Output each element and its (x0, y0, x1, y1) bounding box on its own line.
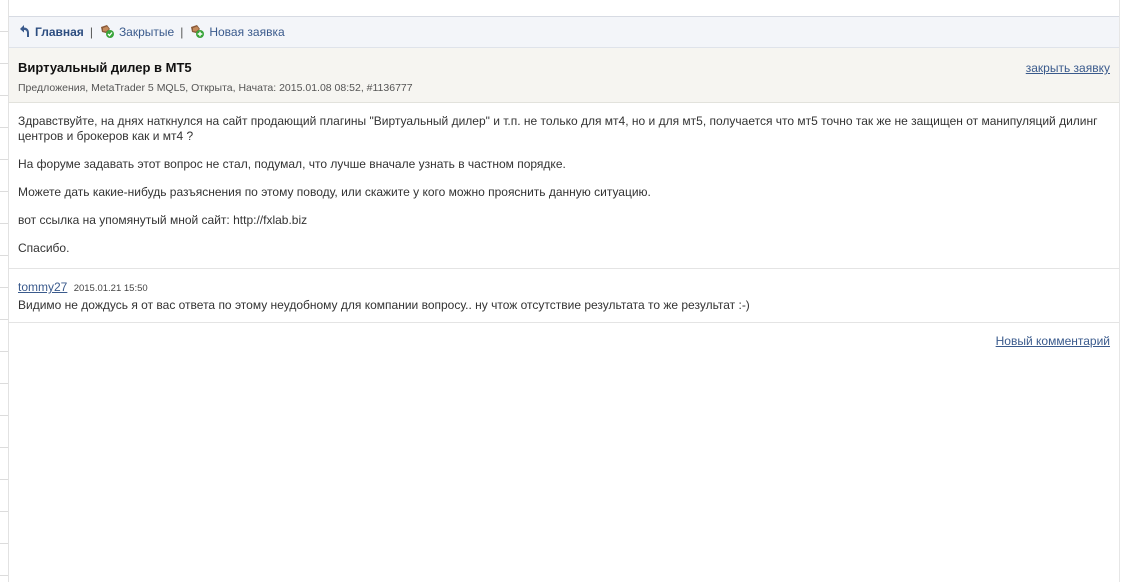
ticket-new-icon (189, 23, 205, 42)
nav-closed-link[interactable]: Закрытые (99, 23, 174, 42)
comment-date: 2015.01.21 15:50 (73, 283, 148, 294)
ticket-body-paragraph: вот ссылка на упомянутый мной сайт: http… (18, 213, 308, 227)
left-gutter (0, 0, 9, 582)
nav-closed-label: Закрытые (118, 25, 175, 39)
ticket-body-paragraph: Здравствуйте, на днях наткнулся на сайт … (18, 114, 1098, 143)
ticket-footer: Новый комментарий (9, 323, 1119, 348)
back-arrow-icon (17, 24, 31, 41)
page: Главная | Закрытые | Новая заявка Виртуа… (0, 0, 1126, 582)
ticket-body-paragraph: Спасибо. (18, 241, 70, 255)
ticket-body: Здравствуйте, на днях наткнулся на сайт … (9, 103, 1119, 269)
nav-bar: Главная | Закрытые | Новая заявка (9, 17, 1119, 48)
comment: tommy27 2015.01.21 15:50 Видимо не дожду… (9, 269, 1119, 323)
new-comment-link[interactable]: Новый комментарий (996, 334, 1110, 348)
ticket-meta: Предложения, MetaTrader 5 MQL5, Открыта,… (18, 82, 413, 94)
nav-home-link[interactable]: Главная (17, 24, 84, 41)
ticket-closed-icon (99, 23, 115, 42)
ticket-header: Виртуальный дилер в MT5 Предложения, Met… (9, 48, 1119, 103)
close-ticket-link[interactable]: закрыть заявку (1026, 61, 1110, 75)
nav-separator: | (180, 25, 184, 39)
right-edge (1119, 0, 1120, 582)
comment-header: tommy27 2015.01.21 15:50 (18, 280, 1110, 294)
comment-author-link[interactable]: tommy27 (18, 280, 67, 294)
ticket-body-paragraph: Можете дать какие-нибудь разъяснения по … (18, 185, 651, 199)
nav-separator: | (89, 25, 93, 39)
ticket-title: Виртуальный дилер в MT5 (18, 60, 192, 75)
nav-new-ticket-link[interactable]: Новая заявка (189, 23, 285, 42)
ticket-frame: Главная | Закрытые | Новая заявка Виртуа… (9, 16, 1119, 582)
comment-text: Видимо не дождусь я от вас ответа по это… (18, 298, 750, 312)
nav-new-ticket-label: Новая заявка (209, 25, 285, 39)
nav-home-label: Главная (35, 25, 84, 39)
ticket-body-paragraph: На форуме задавать этот вопрос не стал, … (18, 157, 566, 171)
